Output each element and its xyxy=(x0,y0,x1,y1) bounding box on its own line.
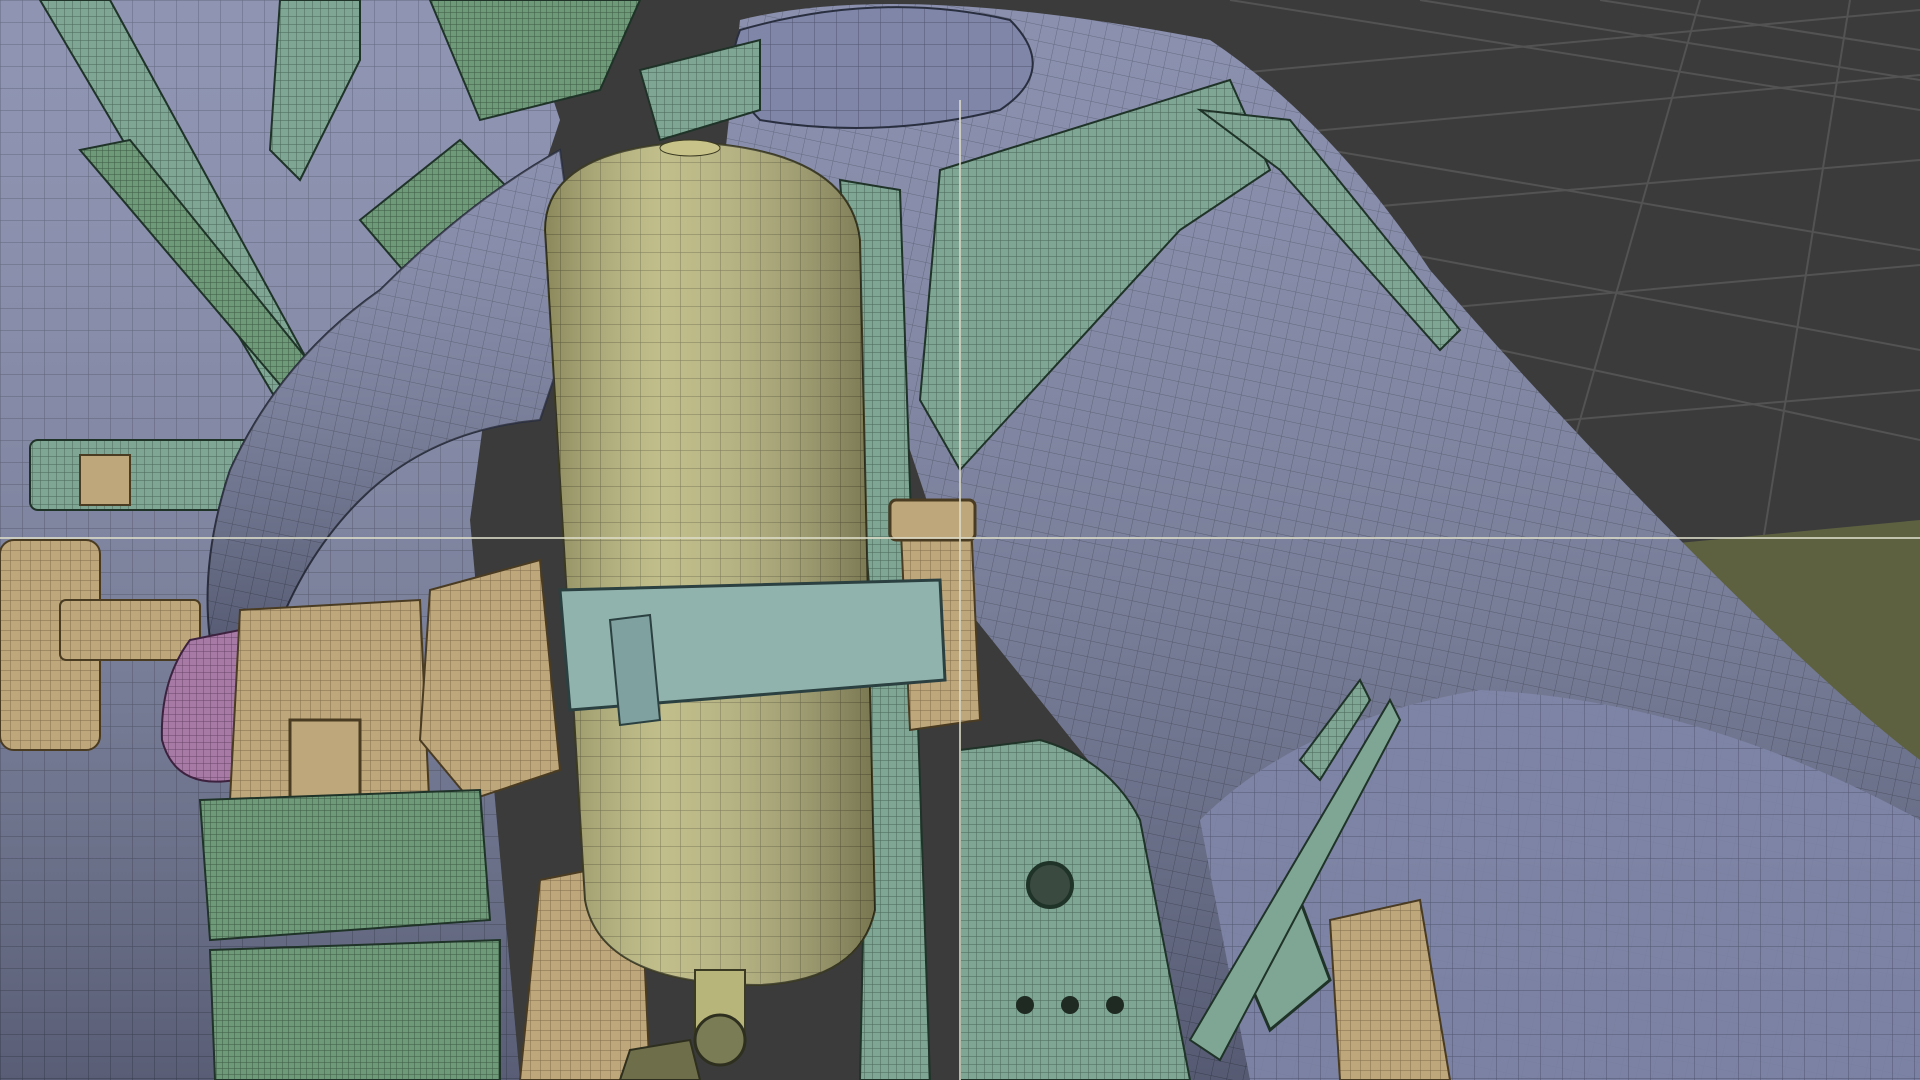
harness-port-ring xyxy=(1026,861,1074,909)
3d-viewport[interactable] xyxy=(0,0,1920,1080)
viewport-canvas[interactable] xyxy=(0,0,1920,1080)
